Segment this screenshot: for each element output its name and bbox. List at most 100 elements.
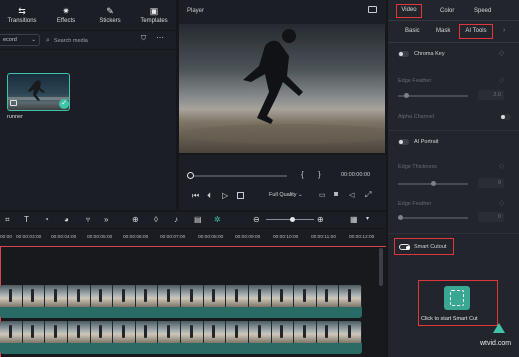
timeline-ruler[interactable]: 00:00 00:00:03:00 00:00:04:00 00:00:05:0… <box>0 229 386 247</box>
alpha-channel-toggle[interactable] <box>500 114 511 120</box>
display-icon[interactable]: ▭ <box>319 191 326 199</box>
mark-out-brace[interactable]: } <box>318 170 321 179</box>
tick-label: 00:00:10:00 <box>273 235 299 240</box>
alpha-channel-label: Alpha Channel <box>398 114 435 120</box>
shield-icon[interactable]: ◊ <box>154 215 158 224</box>
edge-feather-slider-2[interactable] <box>398 217 468 219</box>
mark-in-brace[interactable]: { <box>301 170 304 179</box>
tab-effects[interactable]: ✷ Effects <box>44 0 88 30</box>
zoom-in-icon[interactable]: ⊕ <box>317 215 324 224</box>
prev-frame-icon[interactable]: ⏮ <box>192 191 199 201</box>
speed-icon[interactable]: ◔ <box>44 215 49 224</box>
playhead-knob[interactable] <box>187 172 194 179</box>
zoom-out-icon[interactable]: ⊖ <box>253 215 260 224</box>
smart-cutout-label: Smart Cutout <box>414 244 447 250</box>
ai-icon[interactable]: ✲ <box>214 215 221 224</box>
timecode-display: 00:00:00:00 <box>341 172 371 178</box>
player-controls: { } 00:00:00:00 ⏮ ⏴ ▷ Full Quality ⌄ ▭ ◙… <box>179 155 386 210</box>
snapshot-icon[interactable] <box>368 6 377 13</box>
video-preview[interactable] <box>179 24 385 153</box>
color-icon[interactable]: ◕ <box>64 215 69 224</box>
stabilize-icon[interactable]: ▿ <box>86 215 90 224</box>
clip-frame <box>316 321 340 343</box>
diamond-icon[interactable]: ◇ <box>499 49 504 57</box>
tab-templates[interactable]: ▣ Templates <box>132 0 176 30</box>
volume-icon[interactable]: ◁ <box>349 191 354 199</box>
chevron-right-icon[interactable]: › <box>503 27 505 34</box>
person-cutout-icon <box>450 290 464 306</box>
edge-thickness-knob[interactable] <box>431 181 436 186</box>
subtab-ai-tools[interactable]: AI Tools <box>459 24 493 39</box>
tick-label: 00:00:12:00 <box>349 235 375 240</box>
record-dropdown-label: ecord <box>3 37 17 43</box>
text-icon[interactable]: T <box>24 215 29 224</box>
edge-feather-label-2: Edge Feather <box>398 201 432 207</box>
crop-icon[interactable]: ⌗ <box>5 215 10 224</box>
player-header: Player <box>179 0 386 24</box>
subtab-basic[interactable]: Basic <box>405 28 420 34</box>
tick-label: 00:00:03:00 <box>16 235 42 240</box>
chevron-down-icon[interactable]: ▾ <box>366 215 369 224</box>
clip-frame <box>45 321 68 343</box>
quality-dropdown[interactable]: Full Quality ⌄ <box>269 192 303 198</box>
diamond-icon[interactable]: ◇ <box>499 162 504 170</box>
runner-video-frame <box>179 29 385 144</box>
tab-transitions[interactable]: ⇆ Transitions <box>0 0 44 30</box>
playback-progress-track[interactable] <box>189 175 287 177</box>
filter-icon[interactable]: ⛉ <box>141 35 146 43</box>
edge-thickness-label: Edge Thickness <box>398 164 438 170</box>
edge-feather-knob[interactable] <box>404 93 409 98</box>
tab-templates-label: Templates <box>140 17 168 24</box>
tab-color[interactable]: Color <box>440 8 454 14</box>
media-top-tabs: ⇆ Transitions ✷ Effects ✎ Stickers ▣ Tem… <box>0 0 176 30</box>
clip-frame <box>22 285 46 307</box>
timeline-scrollbar[interactable] <box>379 248 383 286</box>
clip-frame <box>339 285 362 307</box>
smart-cutout-start-button[interactable]: Click to start Smart Cut <box>418 280 498 326</box>
fast-forward-icon[interactable]: » <box>104 215 108 224</box>
edge-feather-knob-2[interactable] <box>398 215 403 220</box>
grid-icon[interactable]: ▦ <box>350 215 358 224</box>
search-input[interactable]: ⌕ Search media <box>46 35 128 46</box>
zoom-slider-knob[interactable] <box>290 217 295 222</box>
fullscreen-icon[interactable]: ⤢ <box>365 190 371 200</box>
more-options-icon[interactable]: ⋯ <box>156 33 164 42</box>
mic-icon[interactable]: ♪ <box>174 215 178 224</box>
link-icon[interactable]: ⊕ <box>132 215 139 224</box>
clip-frame <box>67 321 91 343</box>
clip-frame <box>271 321 295 343</box>
tab-video-label: Video <box>401 7 417 13</box>
subtab-divider <box>388 42 519 43</box>
record-dropdown[interactable]: ecord ⌄ <box>0 34 40 46</box>
tab-speed[interactable]: Speed <box>474 8 491 14</box>
smart-cutout-toggle[interactable] <box>399 244 410 250</box>
camera-icon[interactable]: ◙ <box>334 191 338 198</box>
tab-divider <box>388 20 519 21</box>
clip-frame <box>90 285 114 307</box>
media-thumbnail-runner[interactable]: ✓ <box>7 73 70 111</box>
diamond-icon[interactable]: ◇ <box>499 76 504 84</box>
video-clip-track-1[interactable] <box>0 285 362 318</box>
step-back-icon[interactable]: ⏴ <box>207 191 211 201</box>
video-clip-track-2[interactable] <box>0 321 362 354</box>
tab-video[interactable]: Video <box>396 4 422 18</box>
edge-feather-value-2[interactable]: 0 <box>478 212 504 222</box>
chevron-down-icon: ⌄ <box>31 37 36 43</box>
play-icon[interactable]: ▷ <box>222 191 228 200</box>
clip-frame <box>339 321 362 343</box>
chroma-key-toggle[interactable] <box>398 51 409 57</box>
stop-icon[interactable] <box>237 192 244 199</box>
edge-feather-value[interactable]: 2.0 <box>478 90 504 100</box>
subtab-mask[interactable]: Mask <box>436 28 450 34</box>
edge-thickness-value[interactable]: 0 <box>478 178 504 188</box>
clip-frame <box>113 321 136 343</box>
tab-stickers[interactable]: ✎ Stickers <box>88 0 132 30</box>
diamond-icon[interactable]: ◇ <box>499 199 504 207</box>
tick-label: 00:00:05:00 <box>87 235 113 240</box>
ai-portrait-toggle[interactable] <box>398 139 409 145</box>
ai-portrait-label: AI Portrait <box>414 139 439 145</box>
layers-icon[interactable]: ▤ <box>194 215 202 224</box>
effects-icon: ✷ <box>62 5 70 16</box>
tick-label: 00:00:07:00 <box>160 235 186 240</box>
smart-cutout-button-label: Click to start Smart Cut <box>421 316 478 322</box>
